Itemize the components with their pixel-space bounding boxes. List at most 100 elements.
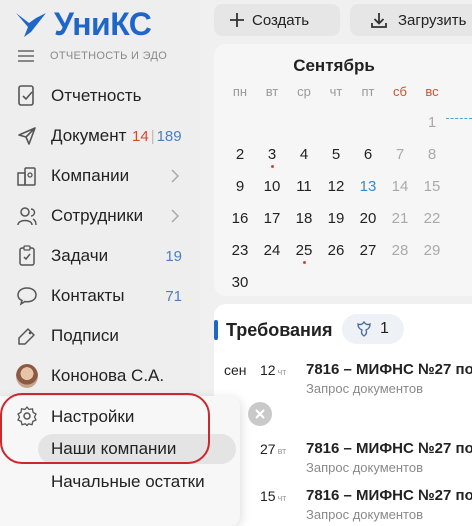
calendar-weekday: сб — [393, 84, 407, 99]
calendar-day[interactable]: 17 — [256, 210, 288, 227]
sidebar-item-signatures[interactable]: Подписи — [0, 318, 200, 354]
calendar-day[interactable]: 25 — [288, 242, 320, 259]
sidebar-item-companies[interactable]: Компании — [0, 158, 200, 194]
calendar-weekday: вт — [265, 84, 279, 99]
sidebar-item-contacts[interactable]: Контакты 71 — [0, 278, 200, 314]
menu-icon[interactable] — [18, 50, 34, 62]
tasks-icon — [16, 245, 38, 267]
main-area: Создать Загрузить Сентябрь пн вт ср чт пт сб в… — [200, 0, 472, 526]
calendar-day[interactable]: 1 — [416, 114, 448, 131]
calendar-day[interactable]: 3 — [256, 146, 288, 163]
download-icon — [371, 13, 387, 28]
calendar-day[interactable]: 24 — [256, 242, 288, 259]
calendar-day[interactable]: 28 — [384, 242, 416, 259]
sidebar-item-label: Компании — [51, 166, 130, 185]
chevron-right-icon[interactable] — [170, 168, 180, 184]
requirements-badge-count: 1 — [380, 320, 389, 337]
calendar-weekday: вс — [425, 84, 439, 99]
send-icon — [16, 125, 38, 147]
companies-icon — [16, 165, 38, 187]
sidebar-item-documents[interactable]: Документ 14 | 189 — [0, 118, 200, 154]
sidebar-item-tasks[interactable]: Задачи 19 — [0, 238, 200, 274]
contacts-icon — [16, 285, 38, 307]
row-day-number: 27 — [260, 441, 276, 457]
sidebar-item-user[interactable]: Кононова С.А. — [0, 358, 200, 394]
calendar-day[interactable]: 21 — [384, 210, 416, 227]
row-weekday: чт — [277, 493, 287, 503]
calendar-day[interactable]: 18 — [288, 210, 320, 227]
row-day: 27 вт — [260, 441, 286, 457]
calendar-edge-line — [446, 118, 472, 119]
calendar-day[interactable]: 14 — [384, 178, 416, 195]
avatar — [16, 364, 38, 388]
calendar-day[interactable]: 30 — [224, 274, 256, 291]
calendar-day[interactable]: 6 — [352, 146, 384, 163]
calendar-weekday: ср — [297, 84, 311, 99]
user-name: Кононова С.А. — [51, 366, 165, 385]
menu-item-opening-balances[interactable]: Начальные остатки — [51, 472, 205, 492]
row-subtitle: Запрос документов — [306, 460, 423, 475]
logo-text: УниКС — [54, 6, 152, 42]
calendar-day[interactable]: 26 — [320, 242, 352, 259]
sidebar-item-label: Сотрудники — [51, 206, 144, 225]
close-icon — [255, 409, 265, 419]
row-title: 7816 – МИФНС №27 по — [306, 440, 472, 457]
calendar-day[interactable]: 5 — [320, 146, 352, 163]
close-button[interactable] — [248, 402, 272, 426]
sidebar-item-label: Контакты — [51, 286, 125, 305]
calendar-event-marker — [271, 165, 274, 168]
calendar-day[interactable]: 23 — [224, 242, 256, 259]
sidebar-item-label: Документ — [51, 126, 127, 145]
tasks-count: 19 — [165, 247, 182, 265]
sidebar-subtitle: ОТЧЕТНОСТЬ И ЭДО — [50, 50, 168, 62]
row-title: 7816 – МИФНС №27 по — [306, 487, 472, 504]
requirements-title: Требования — [226, 320, 333, 340]
calendar-day[interactable]: 9 — [224, 178, 256, 195]
plus-icon — [230, 13, 244, 27]
calendar-day[interactable]: 27 — [352, 242, 384, 259]
calendar-month[interactable]: Сентябрь — [214, 56, 454, 76]
row-weekday: чт — [277, 367, 287, 377]
calendar-day[interactable]: 4 — [288, 146, 320, 163]
row-day: 12 чт — [260, 362, 286, 378]
row-subtitle: Запрос документов — [306, 507, 423, 522]
requirements-accent-bar — [214, 320, 218, 340]
row-day-number: 15 — [260, 488, 276, 504]
sidebar-item-employees[interactable]: Сотрудники — [0, 198, 200, 234]
calendar-weekday: пн — [232, 84, 248, 99]
calendar-day[interactable]: 29 — [416, 242, 448, 259]
calendar-day[interactable]: 8 — [416, 146, 448, 163]
annotation-circle — [0, 393, 210, 464]
logo-icon — [16, 12, 46, 37]
sidebar-item-label: Подписи — [51, 326, 119, 345]
documents-counts: 14 | 189 — [132, 128, 182, 145]
requirements-badge[interactable]: 1 — [342, 314, 404, 344]
calendar-day[interactable]: 10 — [256, 178, 288, 195]
calendar-day[interactable]: 12 — [320, 178, 352, 195]
app-logo[interactable]: УниКС — [14, 6, 152, 43]
calendar-day[interactable]: 16 — [224, 210, 256, 227]
calendar-day[interactable]: 19 — [320, 210, 352, 227]
count-separator: | — [150, 127, 155, 145]
create-button-label: Создать — [252, 11, 310, 29]
row-weekday: вт — [277, 446, 287, 456]
upload-button-label: Загрузить — [398, 11, 467, 29]
row-subtitle: Запрос документов — [306, 381, 423, 396]
calendar-day[interactable]: 20 — [352, 210, 384, 227]
calendar-weekday: пт — [361, 84, 375, 99]
calendar-day[interactable]: 7 — [384, 146, 416, 163]
row-day-number: 12 — [260, 362, 276, 378]
row-month: сен — [224, 362, 247, 378]
calendar-day[interactable]: 13 — [352, 178, 384, 195]
sidebar-item-reports[interactable]: Отчетность — [0, 78, 200, 114]
upload-button[interactable]: Загрузить — [350, 4, 472, 36]
calendar-day[interactable]: 15 — [416, 178, 448, 195]
calendar-event-marker — [303, 261, 306, 264]
calendar-day[interactable]: 2 — [224, 146, 256, 163]
calendar-day[interactable]: 11 — [288, 178, 320, 195]
report-icon — [16, 85, 38, 107]
create-button[interactable]: Создать — [214, 4, 340, 36]
row-title: 7816 – МИФНС №27 по — [306, 361, 472, 378]
calendar-day[interactable]: 22 — [416, 210, 448, 227]
chevron-right-icon[interactable] — [170, 208, 180, 224]
